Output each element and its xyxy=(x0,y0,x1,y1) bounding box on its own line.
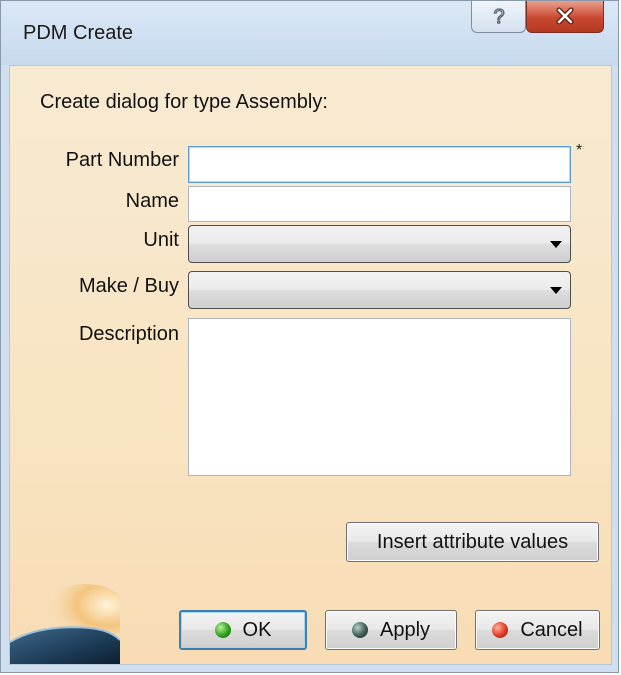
close-button[interactable] xyxy=(526,1,604,33)
green-ball-icon xyxy=(214,622,231,638)
svg-text:?: ? xyxy=(493,6,504,27)
cancel-label: Cancel xyxy=(520,618,583,641)
chevron-down-icon xyxy=(550,241,562,248)
make-buy-label: Make / Buy xyxy=(78,275,179,297)
apply-button[interactable]: Apply xyxy=(325,610,457,650)
pdm-create-window: PDM Create ? Create dialog for type Asse… xyxy=(0,0,619,673)
dialog-heading: Create dialog for type Assembly: xyxy=(40,91,328,113)
red-ball-icon xyxy=(492,622,509,638)
ok-button[interactable]: OK xyxy=(179,610,307,650)
chevron-down-icon xyxy=(550,287,562,294)
insert-attribute-values-button[interactable]: Insert attribute values xyxy=(346,522,599,562)
make-buy-select[interactable] xyxy=(188,271,571,309)
name-input[interactable] xyxy=(188,186,571,222)
close-icon xyxy=(556,7,574,25)
unit-label: Unit xyxy=(143,229,179,251)
dark-ball-icon xyxy=(351,622,368,638)
help-icon: ? xyxy=(492,5,504,28)
unit-select[interactable] xyxy=(188,225,571,263)
description-label: Description xyxy=(78,323,179,345)
part-number-label: Part Number xyxy=(65,149,179,171)
cancel-button[interactable]: Cancel xyxy=(475,610,600,650)
title-bar[interactable]: PDM Create ? xyxy=(1,1,618,65)
description-textarea[interactable] xyxy=(188,318,571,476)
part-number-input[interactable] xyxy=(188,146,571,183)
required-marker: * xyxy=(576,142,583,159)
apply-label: Apply xyxy=(379,618,431,641)
window-title: PDM Create xyxy=(23,22,134,44)
dialog-body: Create dialog for type Assembly: Part Nu… xyxy=(9,65,612,665)
ok-label: OK xyxy=(242,618,272,641)
name-label: Name xyxy=(125,190,179,212)
help-button[interactable]: ? xyxy=(471,1,526,33)
catia-logo-icon xyxy=(10,584,120,664)
insert-attribute-values-label: Insert attribute values xyxy=(376,530,569,553)
